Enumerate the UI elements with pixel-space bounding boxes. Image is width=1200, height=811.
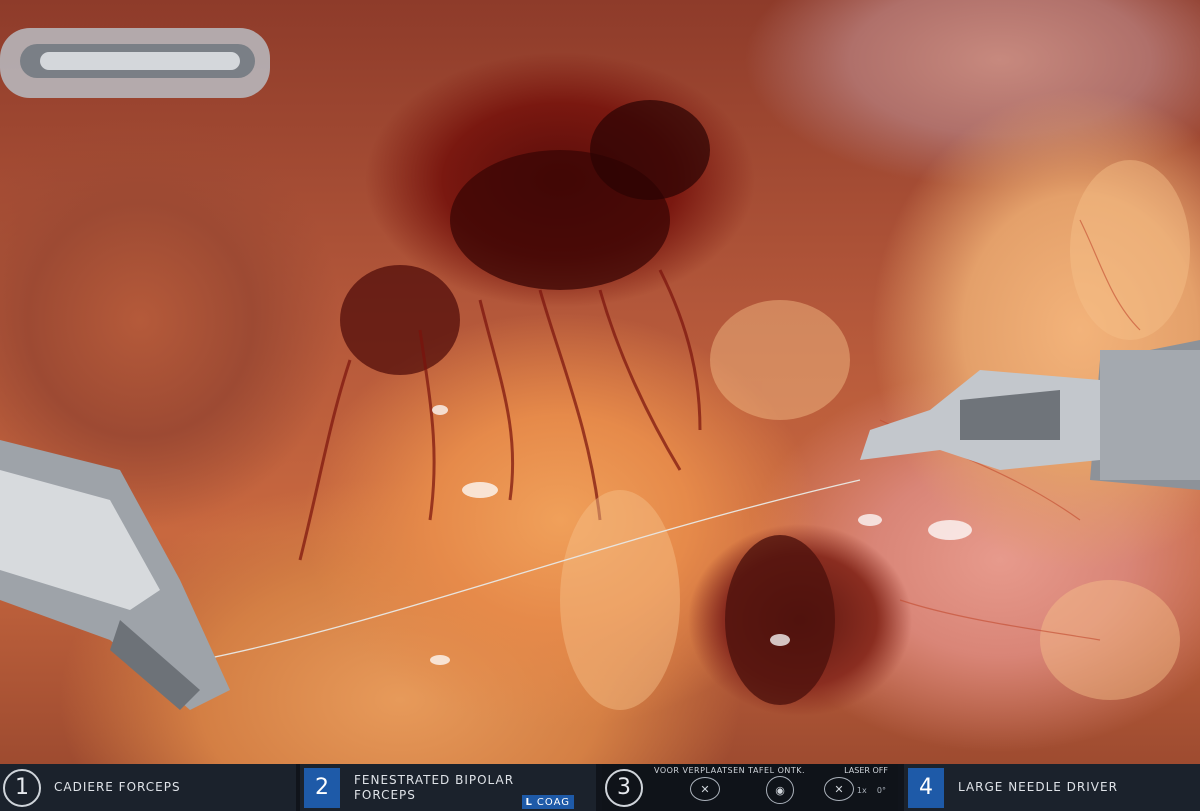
arm-2-slot: 2 FENESTRATED BIPOLAR FORCEPS L COAG	[300, 764, 596, 811]
endoscope-video-feed	[0, 0, 1200, 764]
arm-1-tool-label: CADIERE FORCEPS	[54, 780, 181, 794]
arm-4-slot: 4 LARGE NEEDLE DRIVER	[904, 764, 1200, 811]
arm-3-number-area: 3	[602, 764, 646, 811]
camera-icon: ◉	[766, 776, 794, 804]
surgical-console-view: 1 CADIERE FORCEPS 2 FENESTRATED BIPOLAR …	[0, 0, 1200, 811]
blood-pool	[340, 265, 460, 375]
arm-4-tool-label: LARGE NEEDLE DRIVER	[958, 780, 1118, 794]
laser-status: LASER OFF	[844, 766, 888, 775]
camera-angle: 0°	[876, 786, 886, 795]
arm-1-number: 1	[3, 768, 41, 807]
tissue-scene	[0, 28, 1200, 710]
arm-3-slot: 3 VOOR VERPLAATSEN TAFEL ONTK. LASER OFF…	[602, 764, 898, 811]
energy-side: L	[525, 796, 533, 808]
table-move-notice: VOOR VERPLAATSEN TAFEL ONTK.	[654, 766, 806, 775]
energy-mode: COAG	[536, 796, 570, 808]
arm-3-number: 3	[605, 768, 643, 807]
zoom-level: 1x	[856, 786, 867, 795]
blood-pool	[590, 100, 710, 200]
needle-driver-instrument	[860, 340, 1200, 490]
arm-4-number-area: 4	[904, 764, 948, 811]
cadiere-forceps-instrument	[0, 28, 270, 98]
instrument-status-bar: 1 CADIERE FORCEPS 2 FENESTRATED BIPOLAR …	[0, 764, 1200, 811]
arm-1-number-area: 1	[0, 764, 44, 811]
arm-3-controls: VOOR VERPLAATSEN TAFEL ONTK. LASER OFF ✕…	[646, 764, 898, 811]
blood-clot	[725, 535, 835, 705]
arm-2-tool-line2: FORCEPS	[354, 787, 416, 802]
arm-2-number-area: 2	[300, 764, 344, 811]
arm-4-number: 4	[908, 767, 944, 808]
arm-2-number: 2	[304, 767, 340, 808]
arm-1-slot: 1 CADIERE FORCEPS	[0, 764, 296, 811]
zoom-readout: 1x 0°	[857, 786, 886, 795]
energy-mode-badge: L COAG	[521, 795, 574, 809]
arm-2-tool-label: FENESTRATED BIPOLAR FORCEPS	[354, 773, 514, 803]
clutch-left-icon: ✕	[690, 777, 720, 801]
arm-2-tool-line1: FENESTRATED BIPOLAR	[354, 772, 515, 787]
bipolar-forceps-instrument	[0, 440, 230, 710]
clutch-right-icon: ✕	[824, 777, 854, 801]
